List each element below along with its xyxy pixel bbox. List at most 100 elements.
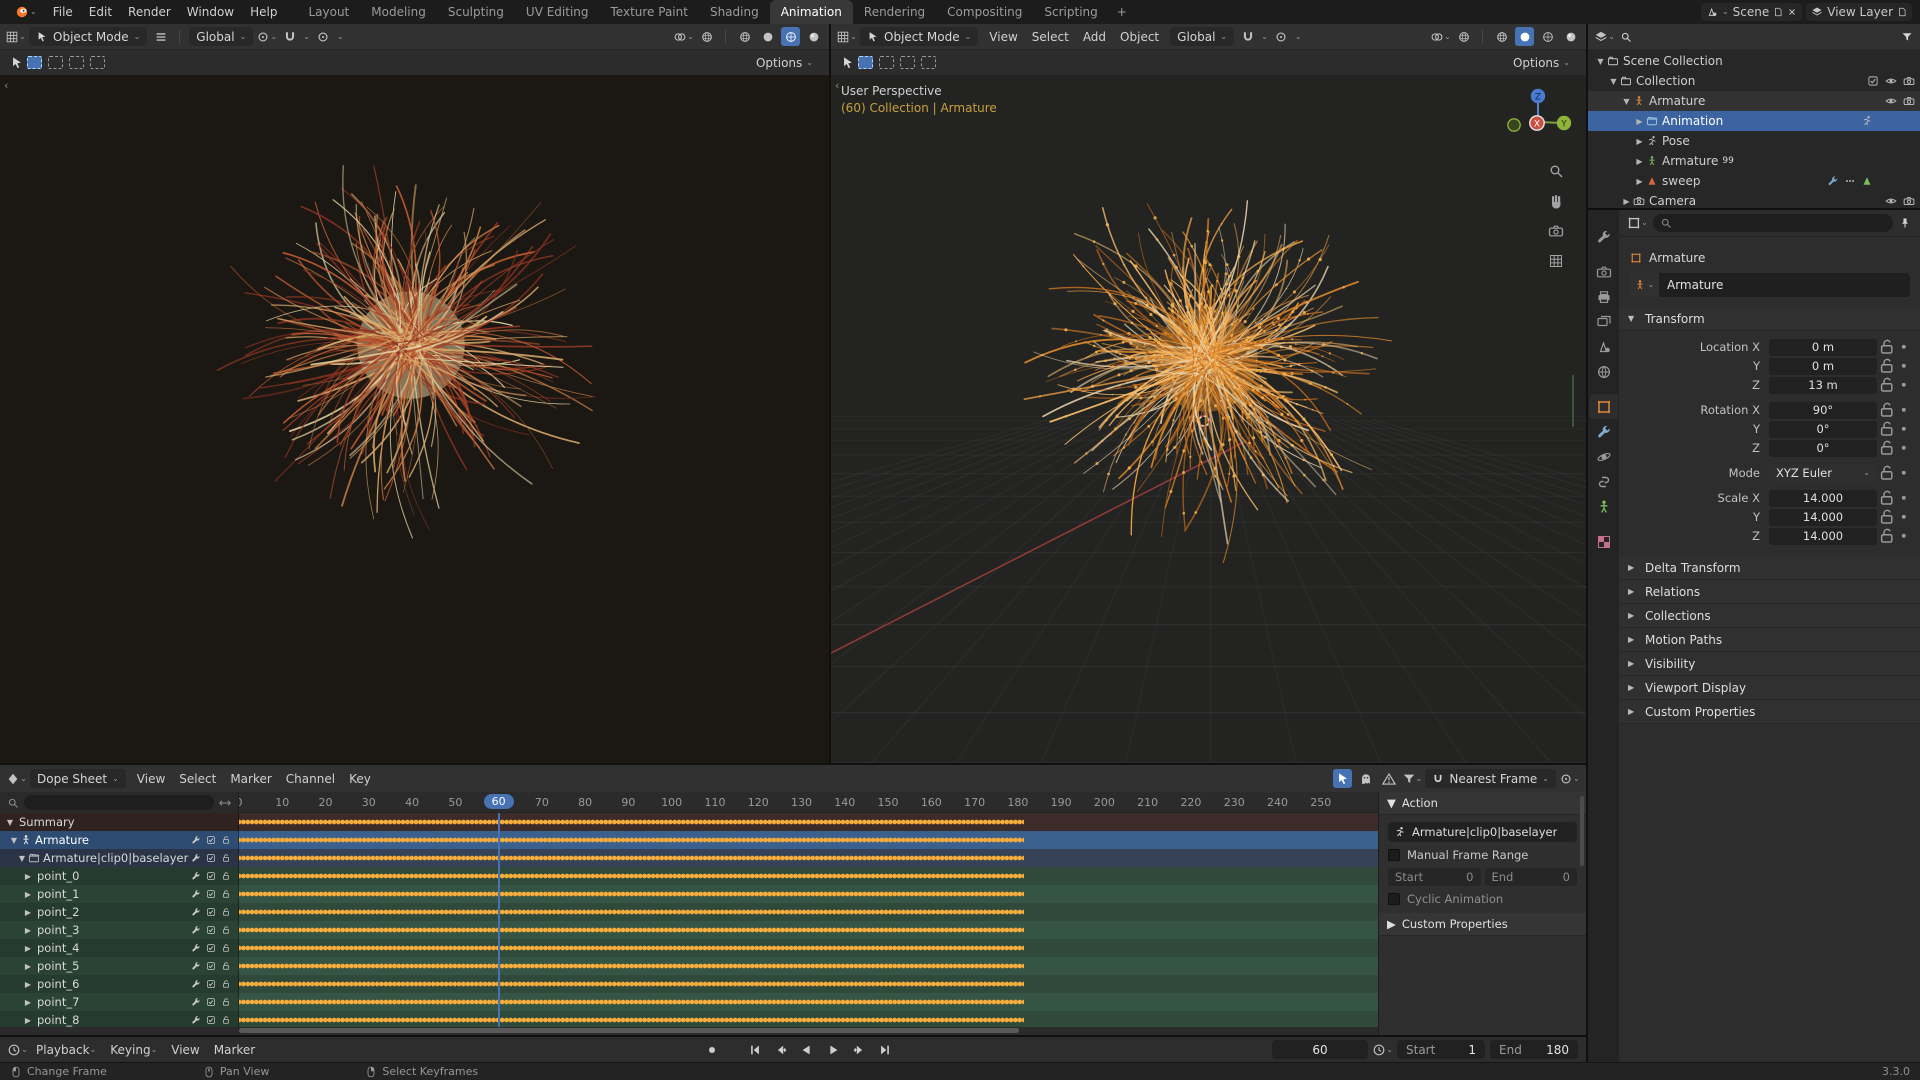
workspace-tab-texture-paint[interactable]: Texture Paint [600,0,699,24]
select-mode-tweak[interactable] [858,56,873,69]
manual-frame-range-toggle[interactable]: Manual Frame Range [1388,848,1577,862]
collapse-icon[interactable]: ▼ [1594,57,1607,66]
channel-name-cell[interactable]: ▶ point_3 [0,921,239,939]
keyframe-strip[interactable] [239,921,1024,939]
channel-row-point-0[interactable]: ▶ point_0 [0,867,1378,885]
collapse-icon[interactable]: ▼ [1607,77,1620,86]
custom-properties-panel-header[interactable]: ▶ Custom Properties [1379,913,1586,936]
animate-dot-icon[interactable] [1896,358,1912,374]
workspace-tab-sculpting[interactable]: Sculpting [437,0,515,24]
expand-channels-icon[interactable] [219,797,231,809]
channel-enable-checkbox[interactable] [206,943,216,953]
channel-modifier-icon[interactable] [191,997,201,1007]
select-mode-tweak[interactable] [27,56,42,69]
keyframe-strip[interactable] [239,903,1024,921]
menu-playback[interactable]: Playback ⌄ [29,1037,103,1062]
channel-lock-icon[interactable] [221,961,231,971]
dope-sheet-mode-dropdown[interactable]: Dope Sheet ⌄ [30,769,126,788]
datablock-icon[interactable]: ⌄ [1629,273,1659,297]
camera-view-icon[interactable] [1548,223,1564,239]
sidebar-scrollbar[interactable] [1580,796,1584,866]
lock-icon[interactable] [1877,488,1896,507]
channel-row-point-5[interactable]: ▶ point_5 [0,957,1378,975]
viewport-left-canvas[interactable]: ‹ [0,75,829,763]
keyframe-strip[interactable] [239,993,1024,1011]
action-start-field[interactable]: Start 0 [1388,868,1481,886]
channel-enable-checkbox[interactable] [206,961,216,971]
panel-header-motion-paths[interactable]: ▶ Motion Paths [1619,628,1920,652]
menu-marker[interactable]: Marker [207,1037,262,1062]
channel-enable-checkbox[interactable] [206,835,216,845]
pan-hand-icon[interactable] [1548,193,1564,209]
hide-viewport-icon[interactable] [1885,95,1897,107]
shading-wireframe-icon[interactable] [1492,27,1511,46]
keyframe-strip[interactable] [239,867,1024,885]
channel-enable-checkbox[interactable] [206,1015,216,1025]
menu-object[interactable]: Object [1113,24,1166,49]
workspace-tab-compositing[interactable]: Compositing [936,0,1033,24]
expand-icon[interactable]: ▶ [22,872,34,881]
channel-lock-icon[interactable] [221,1015,231,1025]
menu-file[interactable]: File [45,0,81,24]
properties-tab-constraints[interactable] [1589,469,1618,494]
mode-dropdown[interactable]: Object Mode ⌄ [29,27,148,46]
panel-header-delta-transform[interactable]: ▶ Delta Transform [1619,556,1920,580]
lock-icon[interactable] [1877,400,1896,419]
channel-modifier-icon[interactable] [191,925,201,935]
keyframe-strip[interactable] [239,813,1024,831]
keyframe-strip[interactable] [239,975,1024,993]
expand-icon[interactable]: ▶ [22,890,34,899]
field-rotation-x[interactable]: 90° [1769,401,1877,419]
properties-tab-output[interactable] [1589,284,1618,309]
channel-row-point-3[interactable]: ▶ point_3 [0,921,1378,939]
proportional-edit-icon[interactable]: ⌄ [1560,769,1580,788]
current-frame-field[interactable]: 60 [1272,1040,1368,1059]
channel-enable-checkbox[interactable] [206,871,216,881]
snap-mode-dropdown[interactable]: Nearest Frame ⌄ [1425,769,1556,788]
field-z[interactable]: 14.000 [1769,527,1877,545]
shading-material-icon[interactable] [1538,27,1557,46]
field-mode[interactable]: XYZ Euler ⌄ [1769,464,1877,482]
transform-panel-header[interactable]: ▼ Transform [1619,307,1920,331]
field-location-x[interactable]: 0 m [1769,338,1877,356]
cone-green-icon[interactable] [1861,175,1873,187]
properties-tab-object-data[interactable] [1589,494,1618,519]
collapsed-menus-icon[interactable] [151,27,170,46]
cyclic-animation-toggle[interactable]: Cyclic Animation [1388,892,1577,906]
dope-sheet-main[interactable]: ▼ Summary ▼ Armature ▼ Armature|clip0|baselay… [0,792,1378,1035]
selectable-icon[interactable] [1867,75,1879,87]
menu-view[interactable]: View [130,765,172,792]
channel-modifier-icon[interactable] [191,1015,201,1025]
channel-lock-icon[interactable] [221,925,231,935]
lock-icon[interactable] [1877,419,1896,438]
panel-header-collections[interactable]: ▶ Collections [1619,604,1920,628]
shading-wireframe-icon[interactable] [735,27,754,46]
animate-dot-icon[interactable] [1896,528,1912,544]
shading-rendered-icon[interactable] [1561,27,1580,46]
proportional-edit-icon[interactable] [1272,27,1291,46]
menu-key[interactable]: Key [342,765,378,792]
menu-select[interactable]: Select [1025,24,1076,49]
properties-tab-render[interactable] [1589,259,1618,284]
expand-icon[interactable]: ▶ [1620,197,1633,206]
properties-tab-scene[interactable] [1589,334,1618,359]
toggle-grid-icon[interactable] [1548,253,1564,269]
expand-icon[interactable]: ▶ [22,1016,34,1025]
add-workspace-button[interactable]: + [1109,0,1135,24]
keyframe-strip[interactable] [239,1011,1024,1027]
channel-enable-checkbox[interactable] [206,925,216,935]
menu-marker[interactable]: Marker [223,765,278,792]
editor-type-icon[interactable]: ⌄ [837,27,857,46]
channel-lock-icon[interactable] [221,943,231,953]
workspace-tab-modeling[interactable]: Modeling [360,0,437,24]
checkbox[interactable] [1388,849,1400,861]
menu-add[interactable]: Add [1076,24,1113,49]
mode-dropdown[interactable]: Object Mode ⌄ [860,27,979,46]
horizontal-scrollbar[interactable] [239,1028,1019,1033]
channel-modifier-icon[interactable] [191,907,201,917]
view-layer-selector[interactable]: View Layer [1806,3,1912,21]
panel-header-custom-properties[interactable]: ▶ Custom Properties [1619,700,1920,724]
channel-modifier-icon[interactable] [191,979,201,989]
expand-icon[interactable]: ▶ [22,998,34,1007]
channel-modifier-icon[interactable] [191,961,201,971]
